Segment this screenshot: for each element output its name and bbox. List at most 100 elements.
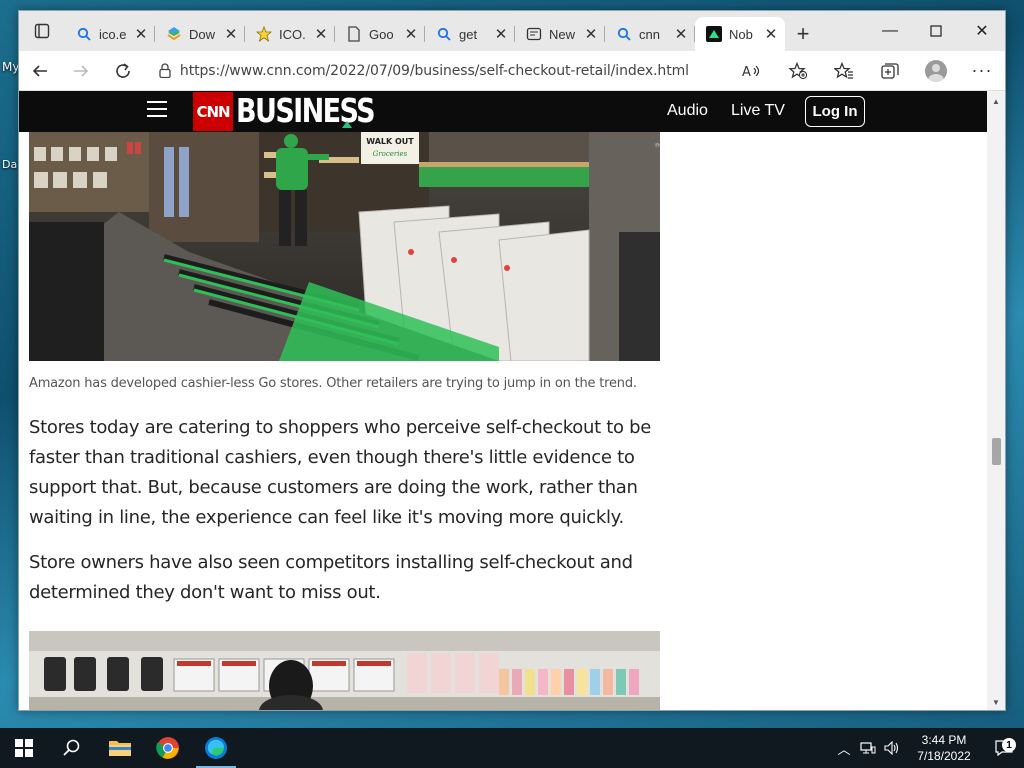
- collections-button[interactable]: [867, 53, 913, 89]
- tab-label: get: [459, 26, 478, 42]
- tab-bar: ico.e ✕ Dow ✕ ICO. ✕ Goo ✕ get ✕ New ✕ c…: [19, 11, 1005, 51]
- lock-icon[interactable]: [150, 63, 180, 78]
- close-icon[interactable]: ✕: [763, 25, 779, 43]
- start-button[interactable]: [0, 728, 48, 768]
- favorites-button[interactable]: [821, 53, 867, 89]
- search-icon: [63, 739, 80, 756]
- toolbar-right: A ···: [729, 53, 1005, 89]
- close-icon[interactable]: ✕: [313, 25, 329, 43]
- network-icon[interactable]: [856, 741, 880, 755]
- clock-date: 7/18/2022: [917, 749, 971, 763]
- profile-button[interactable]: [913, 53, 959, 89]
- newspaper-icon: [525, 26, 543, 42]
- nav-audio-link[interactable]: Audio: [667, 102, 708, 120]
- search-icon: [615, 27, 633, 41]
- favorites-icon: [834, 61, 854, 79]
- minimize-button[interactable]: —: [867, 11, 913, 51]
- nav-live-tv-link[interactable]: Live TV: [731, 102, 785, 120]
- window-controls: — ✕: [867, 11, 1005, 51]
- edge-button[interactable]: [192, 728, 240, 768]
- forward-button[interactable]: [61, 53, 103, 89]
- article-paragraph: Stores today are catering to shoppers wh…: [29, 417, 652, 528]
- cnn-logo[interactable]: CNN: [193, 92, 233, 131]
- close-icon[interactable]: ✕: [133, 25, 149, 43]
- tab-label: cnn: [639, 26, 660, 42]
- tab-search-ico[interactable]: ico.e ✕: [65, 17, 155, 51]
- scroll-down-icon[interactable]: ▼: [987, 694, 1005, 710]
- store-scene-illustration: WALK OUT Groceries ©: [29, 132, 660, 361]
- close-icon[interactable]: ✕: [403, 25, 419, 43]
- shelf-scene-illustration: [29, 631, 660, 710]
- notification-center-button[interactable]: 1: [984, 738, 1024, 756]
- chevron-up-icon[interactable]: ︿: [832, 739, 856, 758]
- business-logo-triangle-icon: [342, 121, 352, 128]
- tab-ico[interactable]: ICO. ✕: [245, 17, 335, 51]
- tab-news[interactable]: New ✕: [515, 17, 605, 51]
- tab-label: New: [549, 26, 576, 42]
- scrollbar-thumb[interactable]: [992, 438, 1001, 465]
- tab-label: Nob: [729, 26, 753, 42]
- new-tab-button[interactable]: +: [785, 17, 821, 51]
- refresh-icon: [116, 62, 130, 78]
- close-window-button[interactable]: ✕: [959, 11, 1005, 51]
- section-logo[interactable]: BUSINESS: [236, 93, 376, 129]
- tab-actions-button[interactable]: [19, 11, 65, 51]
- folder-icon: [109, 741, 131, 756]
- clock-time: 3:44 PM: [921, 733, 967, 747]
- page-viewport: CNN BUSINESS Audio Live TV Log In WALK O…: [19, 91, 989, 710]
- edge-icon: [205, 737, 227, 759]
- tab-nobl-active[interactable]: Nob ✕: [695, 17, 785, 51]
- add-favorite-button[interactable]: [775, 53, 821, 89]
- tab-google[interactable]: Goo ✕: [335, 17, 425, 51]
- search-button[interactable]: [48, 728, 96, 768]
- system-clock[interactable]: 3:44 PM 7/18/2022: [904, 732, 984, 764]
- tab-label: ICO.: [279, 26, 306, 42]
- address-bar[interactable]: https://www.cnn.com/2022/07/09/business/…: [150, 55, 729, 87]
- close-icon[interactable]: ✕: [673, 25, 689, 43]
- svg-text:WALK OUT: WALK OUT: [366, 137, 414, 146]
- chrome-button[interactable]: [144, 728, 192, 768]
- tab-label: ico.e: [99, 26, 127, 42]
- close-icon[interactable]: ✕: [583, 25, 599, 43]
- file-explorer-button[interactable]: [96, 728, 144, 768]
- menu-icon[interactable]: [147, 101, 167, 119]
- collections-icon: [881, 62, 899, 79]
- tab-download[interactable]: Dow ✕: [155, 17, 245, 51]
- maximize-icon: [930, 25, 942, 37]
- windows-icon: [15, 739, 33, 757]
- page-scrollbar[interactable]: ▲ ▼: [987, 91, 1005, 710]
- tab-search-cnn[interactable]: cnn ✕: [605, 17, 695, 51]
- star-plus-icon: [788, 61, 808, 79]
- svg-text:A: A: [742, 65, 751, 79]
- search-icon: [75, 27, 93, 41]
- chrome-icon: [156, 737, 179, 759]
- tab-label: Dow: [189, 26, 216, 42]
- maximize-button[interactable]: [913, 11, 959, 51]
- notification-badge: 1: [1002, 738, 1016, 752]
- more-options-button[interactable]: ···: [959, 53, 1005, 89]
- article-paragraph: Store owners have also seen competitors …: [29, 552, 633, 603]
- refresh-button[interactable]: [102, 53, 144, 89]
- url-text[interactable]: https://www.cnn.com/2022/07/09/business/…: [180, 63, 729, 79]
- volume-icon[interactable]: [880, 741, 904, 755]
- photo-caption: Amazon has developed cashier-less Go sto…: [29, 376, 637, 391]
- arrow-left-icon: [32, 64, 47, 77]
- close-icon[interactable]: ✕: [493, 25, 509, 43]
- login-button[interactable]: Log In: [805, 96, 865, 127]
- star-icon: [255, 26, 273, 42]
- tab-search-get[interactable]: get ✕: [425, 17, 515, 51]
- desktop-icon-label[interactable]: My: [2, 60, 19, 74]
- search-icon: [435, 27, 453, 41]
- scroll-up-icon[interactable]: ▲: [987, 93, 1005, 109]
- browser-window: ico.e ✕ Dow ✕ ICO. ✕ Goo ✕ get ✕ New ✕ c…: [18, 10, 1006, 711]
- site-header: CNN BUSINESS Audio Live TV Log In: [19, 91, 989, 132]
- nobl-icon: [705, 26, 723, 42]
- download-icon: [165, 26, 183, 42]
- back-button[interactable]: [19, 53, 61, 89]
- desktop-icon-label[interactable]: Da: [2, 158, 17, 171]
- taskbar: ︿ 3:44 PM 7/18/2022 1: [0, 728, 1024, 768]
- arrow-right-icon: [74, 64, 89, 77]
- browser-toolbar: https://www.cnn.com/2022/07/09/business/…: [19, 51, 1005, 91]
- close-icon[interactable]: ✕: [223, 25, 239, 43]
- read-aloud-button[interactable]: A: [729, 53, 775, 89]
